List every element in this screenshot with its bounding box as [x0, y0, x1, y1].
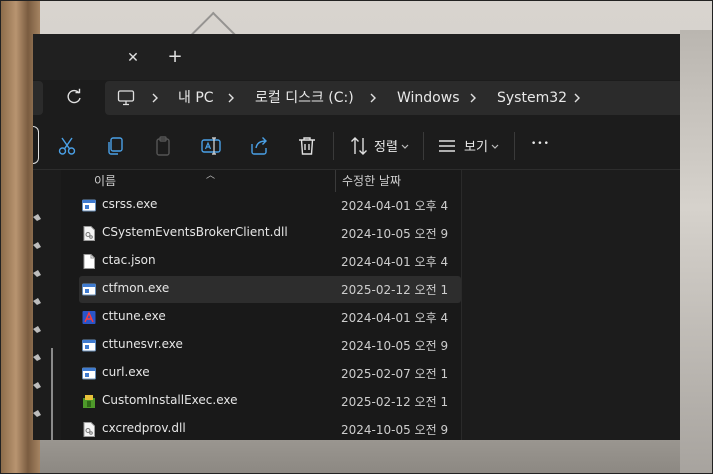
- file-row[interactable]: cxcredprov.dll 2024-10-05 오전 9: [79, 416, 461, 440]
- file-row[interactable]: CSystemEventsBrokerClient.dll 2024-10-05 …: [79, 220, 461, 247]
- file-row[interactable]: csrss.exe 2024-04-01 오후 4: [79, 192, 461, 219]
- file-name: cttune.exe: [102, 309, 166, 323]
- file-row[interactable]: ctac.json 2024-04-01 오후 4: [79, 248, 461, 275]
- breadcrumb-windows[interactable]: Windows: [397, 89, 460, 107]
- pin-icon[interactable]: [33, 382, 41, 392]
- chevron-right-icon[interactable]: [149, 89, 161, 107]
- toolbar-divider: [333, 132, 334, 160]
- file-name: ctac.json: [102, 253, 156, 267]
- file-row[interactable]: CustomInstallExec.exe 2025-02-12 오전 1: [79, 388, 461, 415]
- file-modified-date: 2024-10-05 오전 9: [341, 339, 449, 353]
- share-icon[interactable]: [247, 134, 271, 158]
- breadcrumb-system32[interactable]: System32: [497, 89, 567, 107]
- column-header-name[interactable]: 이름: [94, 170, 116, 192]
- file-row[interactable]: cttunesvr.exe 2024-10-05 오전 9: [79, 332, 461, 359]
- pin-icon[interactable]: [33, 214, 41, 224]
- pin-icon[interactable]: [33, 354, 41, 364]
- dll-icon: [82, 226, 96, 241]
- nav-buttons-stub[interactable]: [33, 81, 43, 115]
- chevron-right-icon[interactable]: [467, 89, 479, 107]
- refresh-icon[interactable]: [63, 86, 85, 108]
- sort-icon[interactable]: [347, 134, 371, 158]
- sort-ascending-icon: ︿: [206, 171, 216, 181]
- paste-icon[interactable]: [151, 134, 175, 158]
- toolbar-divider: [514, 132, 515, 160]
- file-modified-date: 2025-02-12 오전 1: [341, 283, 449, 297]
- file-explorer-window: ✕ + 내 PC 로컬 디스크 (C:) Windows System32 정렬…: [33, 34, 680, 440]
- background-bottom: [40, 440, 680, 474]
- pin-icon[interactable]: [33, 298, 41, 308]
- installer-icon: [82, 394, 96, 409]
- dll-icon: [82, 422, 96, 437]
- file-list: ︿ 이름 수정한 날짜 csrss.exe 2024-04-01 오후 4 CSys…: [61, 170, 481, 440]
- file-modified-date: 2024-04-01 오후 4: [341, 311, 449, 325]
- breadcrumb-local-disk[interactable]: 로컬 디스크 (C:): [255, 89, 354, 107]
- pin-icon[interactable]: [33, 270, 41, 280]
- cut-icon[interactable]: [55, 134, 79, 158]
- navigation-pane: [33, 170, 61, 440]
- chevron-right-icon[interactable]: [367, 89, 379, 107]
- monitor-icon: [117, 90, 135, 106]
- column-header-modified[interactable]: 수정한 날짜: [342, 170, 401, 192]
- file-row[interactable]: curl.exe 2025-02-07 오전 1: [79, 360, 461, 387]
- breadcrumb-my-pc[interactable]: 내 PC: [178, 89, 214, 107]
- pin-icon[interactable]: [33, 410, 41, 420]
- chevron-down-icon[interactable]: [489, 134, 501, 158]
- exe-icon: [82, 338, 96, 353]
- file-modified-date: 2024-10-05 오전 9: [341, 227, 449, 241]
- exe-icon: [82, 366, 96, 381]
- file-modified-date: 2025-02-12 오전 1: [341, 395, 449, 409]
- file-modified-date: 2024-04-01 오후 4: [341, 199, 449, 213]
- file-name: ctfmon.exe: [102, 281, 170, 295]
- toolbar-divider: [423, 132, 424, 160]
- pin-icon[interactable]: [33, 242, 41, 252]
- file-name: cxcredprov.dll: [102, 421, 186, 435]
- tab-close-button[interactable]: ✕: [123, 48, 143, 68]
- view-menu-button[interactable]: 보기: [464, 136, 488, 155]
- file-name: CustomInstallExec.exe: [102, 393, 238, 407]
- chevron-right-icon[interactable]: [571, 89, 583, 107]
- exe-icon: [82, 198, 96, 213]
- chevron-down-icon[interactable]: [399, 134, 411, 158]
- address-bar[interactable]: 내 PC 로컬 디스크 (C:) Windows System32: [105, 81, 680, 115]
- new-button[interactable]: [33, 126, 39, 164]
- background-right: [680, 30, 713, 474]
- file-name: cttunesvr.exe: [102, 337, 183, 351]
- address-row: 내 PC 로컬 디스크 (C:) Windows System32: [33, 80, 680, 122]
- cleartype-icon: [82, 310, 96, 325]
- command-bar: 정렬 보기 •••: [33, 122, 680, 170]
- chevron-right-icon[interactable]: [225, 89, 237, 107]
- file-row[interactable]: ctfmon.exe 2025-02-12 오전 1: [79, 276, 461, 303]
- file-name: curl.exe: [102, 365, 150, 379]
- tab-strip: ✕ +: [33, 34, 680, 80]
- file-modified-date: 2024-04-01 오후 4: [341, 255, 449, 269]
- preview-pane: [462, 170, 680, 440]
- delete-icon[interactable]: [295, 134, 319, 158]
- file-icon: [82, 254, 96, 269]
- file-modified-date: 2024-10-05 오전 9: [341, 423, 449, 437]
- more-options-button[interactable]: •••: [531, 139, 550, 149]
- file-row[interactable]: cttune.exe 2024-04-01 오후 4: [79, 304, 461, 331]
- navigation-scrollbar[interactable]: [51, 348, 53, 440]
- pin-icon[interactable]: [33, 326, 41, 336]
- sort-menu-button[interactable]: 정렬: [374, 136, 398, 155]
- copy-icon[interactable]: [103, 134, 127, 158]
- file-modified-date: 2025-02-07 오전 1: [341, 367, 449, 381]
- column-divider[interactable]: [335, 170, 336, 192]
- exe-icon: [82, 282, 96, 297]
- new-tab-button[interactable]: +: [165, 47, 185, 67]
- file-name: CSystemEventsBrokerClient.dll: [102, 225, 288, 239]
- rename-icon[interactable]: [199, 134, 223, 158]
- view-list-icon[interactable]: [435, 134, 459, 158]
- file-name: csrss.exe: [102, 197, 158, 211]
